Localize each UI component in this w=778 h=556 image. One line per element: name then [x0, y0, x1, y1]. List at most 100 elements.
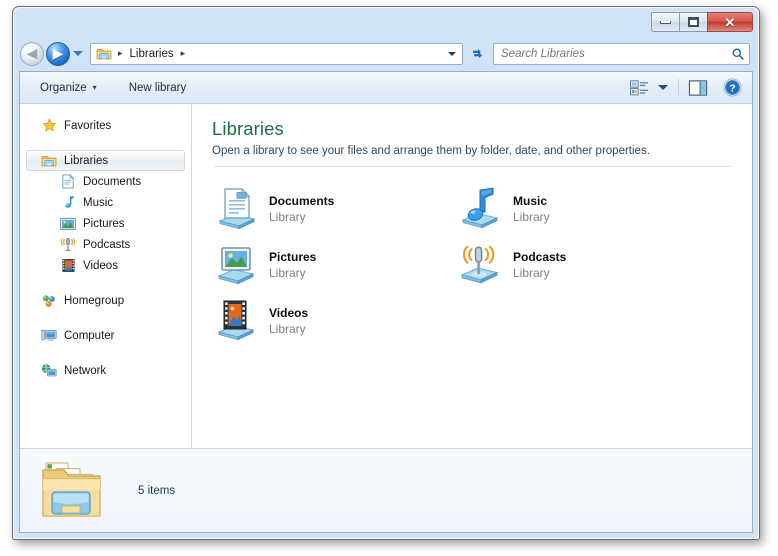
sidebar-item-label: Documents	[83, 175, 142, 188]
podcasts-library-icon	[455, 241, 503, 289]
sidebar-item-label: Music	[83, 196, 114, 209]
sidebar-item-label: Network	[64, 364, 107, 377]
documents-icon	[60, 174, 76, 190]
svg-text:?: ?	[729, 84, 735, 95]
library-tile-music[interactable]: Music Library	[448, 181, 692, 237]
library-tile-text: Music Library	[513, 194, 550, 224]
sidebar-item-homegroup[interactable]: Homegroup	[26, 290, 185, 311]
forward-arrow-icon: ▶	[52, 45, 64, 62]
help-button[interactable]: ?	[718, 76, 746, 100]
back-arrow-icon: ◀	[26, 45, 38, 62]
sidebar-item-label: Libraries	[64, 154, 109, 167]
chevron-down-icon	[658, 85, 668, 90]
library-tile-videos[interactable]: Videos Library	[204, 293, 448, 349]
library-tile-name: Music	[513, 194, 548, 208]
refresh-button[interactable]	[466, 43, 488, 65]
breadcrumb-bar[interactable]: ▸ Libraries ▸	[90, 42, 463, 65]
library-tile-text: Documents Library	[269, 194, 334, 224]
sidebar-item-favorites[interactable]: Favorites	[26, 115, 185, 136]
breadcrumb-item-libraries[interactable]: Libraries	[127, 48, 177, 60]
sidebar-item-music[interactable]: Music	[26, 192, 185, 213]
chevron-down-icon	[73, 51, 83, 56]
sidebar-item-pictures[interactable]: Pictures	[26, 213, 185, 234]
view-dropdown-button[interactable]	[653, 76, 673, 100]
library-tile-grid: Documents Library Music Library Pictures…	[192, 167, 752, 349]
minimize-icon	[660, 20, 671, 24]
library-tile-documents[interactable]: Documents Library	[204, 181, 448, 237]
close-button[interactable]: ✕	[707, 12, 753, 32]
music-library-icon	[455, 185, 503, 233]
library-tile-subtitle: Library	[513, 210, 550, 224]
recent-pages-button[interactable]	[70, 43, 86, 65]
library-tile-text: Podcasts Library	[513, 250, 566, 280]
maximize-button[interactable]	[679, 12, 708, 32]
library-tile-name: Podcasts	[513, 250, 567, 264]
chevron-down-icon: ▾	[92, 83, 97, 92]
search-icon	[732, 48, 744, 60]
window-glass-frame: ✕ ◀ ▶ ▸ Libraries ▸ Search Libraries Org…	[13, 7, 759, 539]
new-library-label: New library	[128, 81, 187, 94]
sidebar-item-videos[interactable]: Videos	[26, 255, 185, 276]
network-icon	[41, 363, 57, 379]
videos-library-icon	[211, 297, 259, 345]
library-tile-name: Videos	[269, 306, 309, 320]
star-icon	[41, 118, 57, 134]
library-folder-icon	[41, 153, 57, 169]
view-mode-icon	[629, 79, 648, 95]
libraries-folder-icon	[96, 46, 112, 62]
library-tile-name: Pictures	[269, 250, 317, 264]
podcast-microphone-icon	[60, 237, 76, 253]
sidebar-item-label: Videos	[83, 259, 118, 272]
library-tile-text: Pictures Library	[269, 250, 316, 280]
forward-button[interactable]: ▶	[46, 41, 70, 66]
chevron-down-icon	[447, 51, 456, 56]
library-tile-name: Documents	[269, 194, 335, 208]
content-pane: Libraries Open a library to see your fil…	[192, 104, 752, 448]
pictures-library-icon	[211, 241, 259, 289]
change-view-button[interactable]	[625, 76, 653, 100]
navigation-pane: Favorites Libraries Documents Music Pict…	[20, 104, 192, 448]
videos-filmstrip-icon	[60, 258, 76, 274]
search-box[interactable]	[493, 42, 750, 65]
library-tile-pictures[interactable]: Pictures Library	[204, 237, 448, 293]
content-header: Libraries Open a library to see your fil…	[192, 104, 752, 167]
refresh-icon	[472, 48, 482, 59]
computer-icon	[41, 328, 57, 344]
library-tile-subtitle: Library	[513, 266, 550, 280]
sidebar-item-label: Computer	[64, 329, 115, 342]
sidebar-item-label: Podcasts	[83, 238, 131, 251]
page-title: Libraries	[212, 118, 284, 139]
sidebar-item-libraries[interactable]: Libraries	[26, 150, 185, 171]
sidebar-item-network[interactable]: Network	[26, 360, 185, 381]
sidebar-item-documents[interactable]: Documents	[26, 171, 185, 192]
breadcrumb-separator-1[interactable]: ▸	[177, 49, 190, 58]
organize-button[interactable]: Organize ▾	[30, 76, 107, 100]
close-icon: ✕	[724, 14, 736, 30]
library-tile-podcasts[interactable]: Podcasts Library	[448, 237, 692, 293]
sidebar-item-podcasts[interactable]: Podcasts	[26, 234, 185, 255]
explorer-window: ✕ ◀ ▶ ▸ Libraries ▸ Search Libraries Org…	[12, 6, 760, 540]
documents-library-icon	[211, 185, 259, 233]
command-bar: Organize ▾ New library ?	[20, 72, 752, 104]
sidebar-item-computer[interactable]: Computer	[26, 325, 185, 346]
new-library-button[interactable]: New library	[119, 76, 197, 100]
minimize-button[interactable]	[651, 12, 680, 32]
search-input[interactable]	[501, 47, 731, 60]
address-dropdown-button[interactable]	[443, 44, 460, 64]
command-bar-divider	[678, 78, 679, 97]
back-button[interactable]: ◀	[20, 41, 44, 66]
client-area: Organize ▾ New library ? Favorites Libra…	[19, 71, 753, 533]
sidebar-item-label: Favorites	[64, 119, 112, 132]
details-pane: 5 items	[20, 448, 752, 532]
preview-pane-button[interactable]	[684, 76, 712, 100]
library-tile-subtitle: Library	[269, 210, 306, 224]
library-tile-text: Videos Library	[269, 306, 308, 336]
breadcrumb-separator-0: ▸	[118, 48, 123, 58]
library-tile-subtitle: Library	[269, 322, 306, 336]
homegroup-icon	[41, 293, 57, 309]
libraries-folder-icon	[32, 455, 116, 527]
help-icon: ?	[722, 78, 742, 97]
